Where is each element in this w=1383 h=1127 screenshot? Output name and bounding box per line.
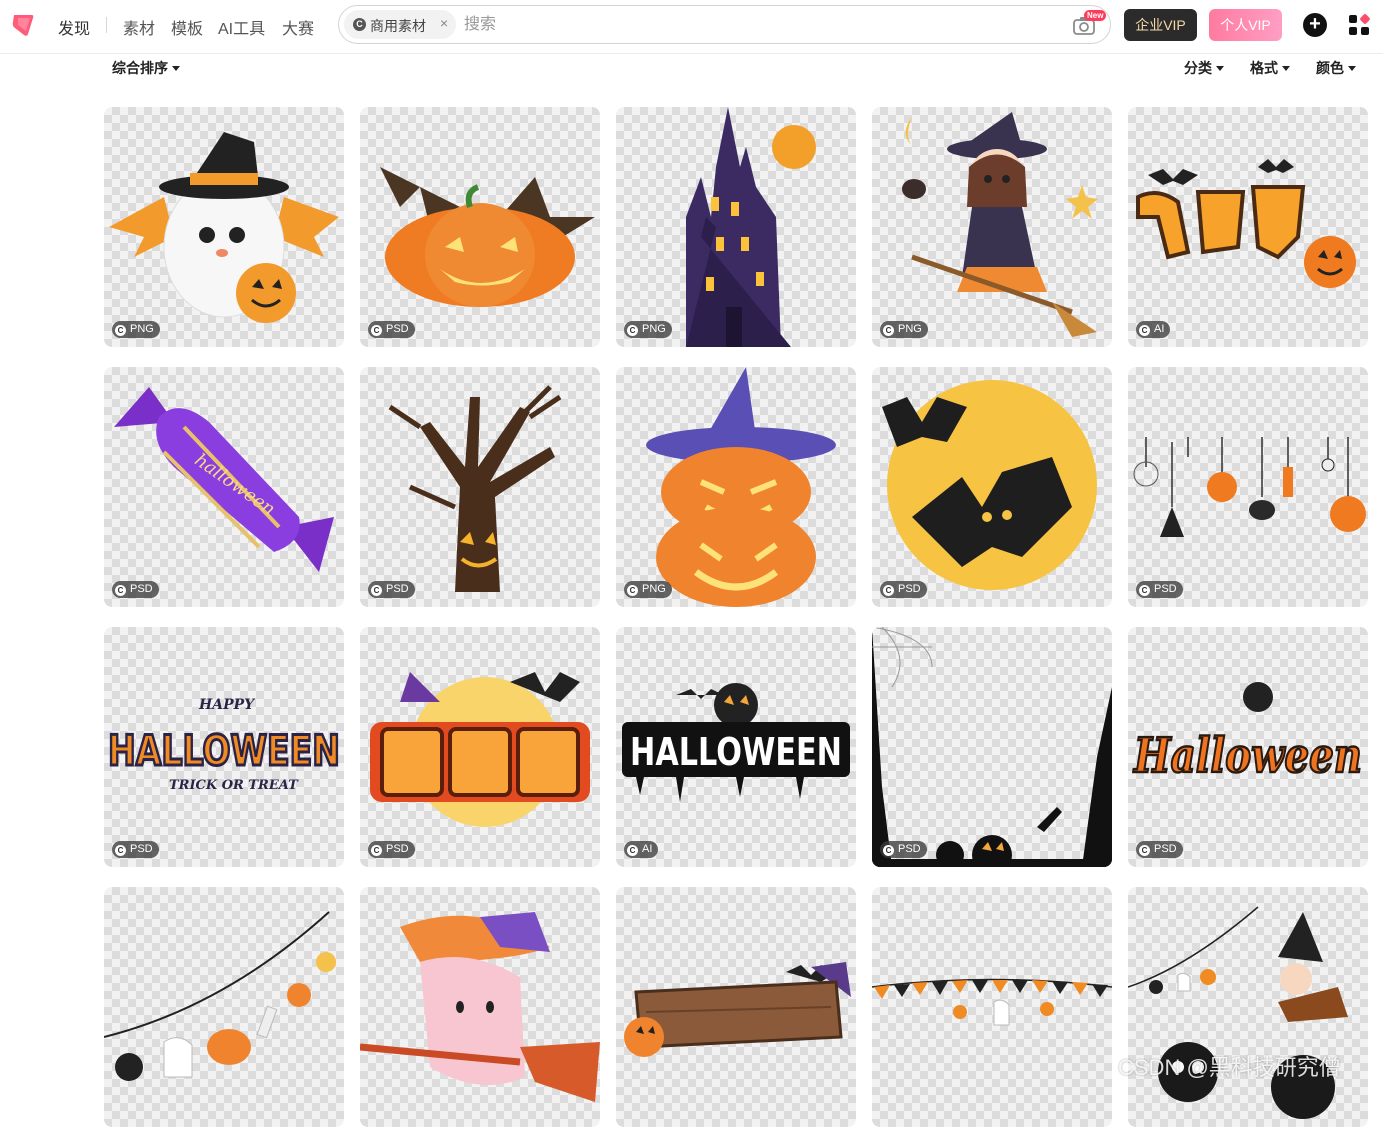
asset-card[interactable] (872, 887, 1112, 1127)
format-badge: C PSD (368, 581, 415, 598)
asset-card[interactable]: halloween C PSD (104, 367, 344, 607)
happy-halloween-lettering-icon: HAPPY HALLOWEEN TRICK OR TREAT (107, 697, 342, 793)
asset-card[interactable]: C PSD (872, 367, 1112, 607)
asset-card[interactable]: C PSD (360, 627, 600, 867)
svg-text:TRICK OR TREAT: TRICK OR TREAT (169, 778, 299, 793)
ghost-broom-icon (360, 912, 600, 1102)
asset-card[interactable]: C PSD (1128, 367, 1368, 607)
format-label: 格式 (1250, 60, 1278, 76)
asset-card[interactable]: C PSD (872, 627, 1112, 867)
svg-text:HAPPY: HAPPY (198, 697, 256, 713)
asset-card[interactable]: HAPPY HALLOWEEN TRICK OR TREAT C PSD (104, 627, 344, 867)
garland-spider-ghost-icon (104, 911, 336, 1081)
asset-card[interactable]: C PNG (616, 107, 856, 347)
chip-close-icon[interactable]: × (440, 15, 448, 31)
wanshengjie-title-icon (370, 672, 590, 827)
wanshengjie-text-bats-icon (1136, 159, 1356, 288)
haunted-castle-icon (686, 107, 816, 347)
color-label: 颜色 (1316, 60, 1344, 76)
nav-item-ai-tools[interactable]: AI工具 (218, 15, 265, 39)
format-dropdown[interactable]: 格式 (1250, 58, 1290, 78)
halloween-orange-lettering-icon: Halloween (1131, 682, 1363, 785)
nav-discover[interactable]: 发现 (58, 15, 90, 39)
new-badge: New (1084, 10, 1107, 21)
search-filter-chip[interactable]: C 商用素材 × (344, 10, 456, 39)
pennant-bunting-icon (872, 978, 1112, 1026)
asset-card[interactable] (360, 887, 600, 1127)
spooky-frame-icon (872, 627, 1112, 867)
format-badge: C PSD (1136, 841, 1183, 858)
purple-candy-icon: halloween (114, 387, 334, 572)
caret-down-icon (1216, 66, 1224, 71)
nav-divider (106, 17, 107, 33)
halloween-drip-lettering-icon: HALLOWEEN (622, 683, 850, 802)
format-badge: C AI (1136, 321, 1171, 338)
format-badge: C PSD (880, 581, 927, 598)
svg-text:HALLOWEEN: HALLOWEEN (630, 730, 842, 774)
format-badge: C PSD (112, 841, 159, 858)
caret-down-icon (1282, 66, 1290, 71)
ghost-witch-hat-icon (109, 132, 339, 323)
asset-card[interactable]: HALLOWEEN C AI (616, 627, 856, 867)
spooky-tree-icon (388, 385, 562, 592)
format-badge: C PSD (112, 581, 159, 598)
asset-card[interactable]: C AI (1128, 107, 1368, 347)
asset-card[interactable] (1128, 887, 1368, 1127)
asset-card[interactable]: C PNG (104, 107, 344, 347)
bat-pumpkin-icon (380, 167, 595, 307)
nav-item-templates[interactable]: 模板 (171, 15, 203, 39)
format-badge: C PNG (624, 581, 672, 598)
bats-moon-icon (882, 380, 1097, 590)
color-dropdown[interactable]: 颜色 (1316, 58, 1356, 78)
commercial-icon: C (353, 18, 366, 31)
asset-card[interactable]: Halloween C PSD (1128, 627, 1368, 867)
sort-label: 综合排序 (112, 60, 168, 76)
asset-card[interactable] (104, 887, 344, 1127)
category-dropdown[interactable]: 分类 (1184, 58, 1224, 78)
stacked-pumpkins-hat-icon (646, 367, 836, 607)
format-badge: C PNG (880, 321, 928, 338)
personal-vip-button[interactable]: 个人VIP (1209, 9, 1282, 41)
logo-icon[interactable] (10, 12, 36, 38)
chip-label: 商用素材 (370, 18, 426, 34)
nav-item-contest[interactable]: 大赛 (282, 15, 314, 39)
svg-text:HALLOWEEN: HALLOWEEN (108, 726, 340, 775)
search-input[interactable] (464, 11, 1024, 39)
category-label: 分类 (1184, 60, 1212, 76)
hanging-decorations-icon (1133, 437, 1366, 537)
asset-card[interactable] (616, 887, 856, 1127)
format-badge: C PNG (112, 321, 160, 338)
format-badge: C PSD (368, 321, 415, 338)
kid-witch-garland-icon (1128, 906, 1348, 1119)
sort-dropdown[interactable]: 综合排序 (112, 58, 180, 78)
enterprise-vip-button[interactable]: 企业VIP (1124, 9, 1197, 41)
top-bar: 发现 素材 模板 AI工具 大赛 C 商用素材 × New 企业VIP 个人VI… (0, 0, 1383, 54)
nav-item-materials[interactable]: 素材 (123, 15, 155, 39)
asset-card[interactable]: C PSD (360, 367, 600, 607)
asset-card[interactable]: C PNG (616, 367, 856, 607)
asset-card[interactable]: C PSD (360, 107, 600, 347)
format-badge: C PSD (368, 841, 415, 858)
format-badge: C PNG (624, 321, 672, 338)
watermark: CSDN @黑科技研究僧 (1118, 1055, 1341, 1080)
apps-grid-icon[interactable] (1348, 14, 1370, 36)
witch-girl-broom-icon (902, 112, 1098, 337)
svg-text:Halloween: Halloween (1132, 728, 1362, 784)
search-bar: C 商用素材 × New (338, 5, 1111, 44)
format-badge: C AI (624, 841, 659, 858)
format-badge: C PSD (880, 841, 927, 858)
upload-plus-button[interactable]: + (1303, 13, 1327, 37)
wooden-sign-icon (624, 962, 851, 1057)
caret-down-icon (172, 66, 180, 71)
caret-down-icon (1348, 66, 1356, 71)
asset-card[interactable]: C PNG (872, 107, 1112, 347)
format-badge: C PSD (1136, 581, 1183, 598)
